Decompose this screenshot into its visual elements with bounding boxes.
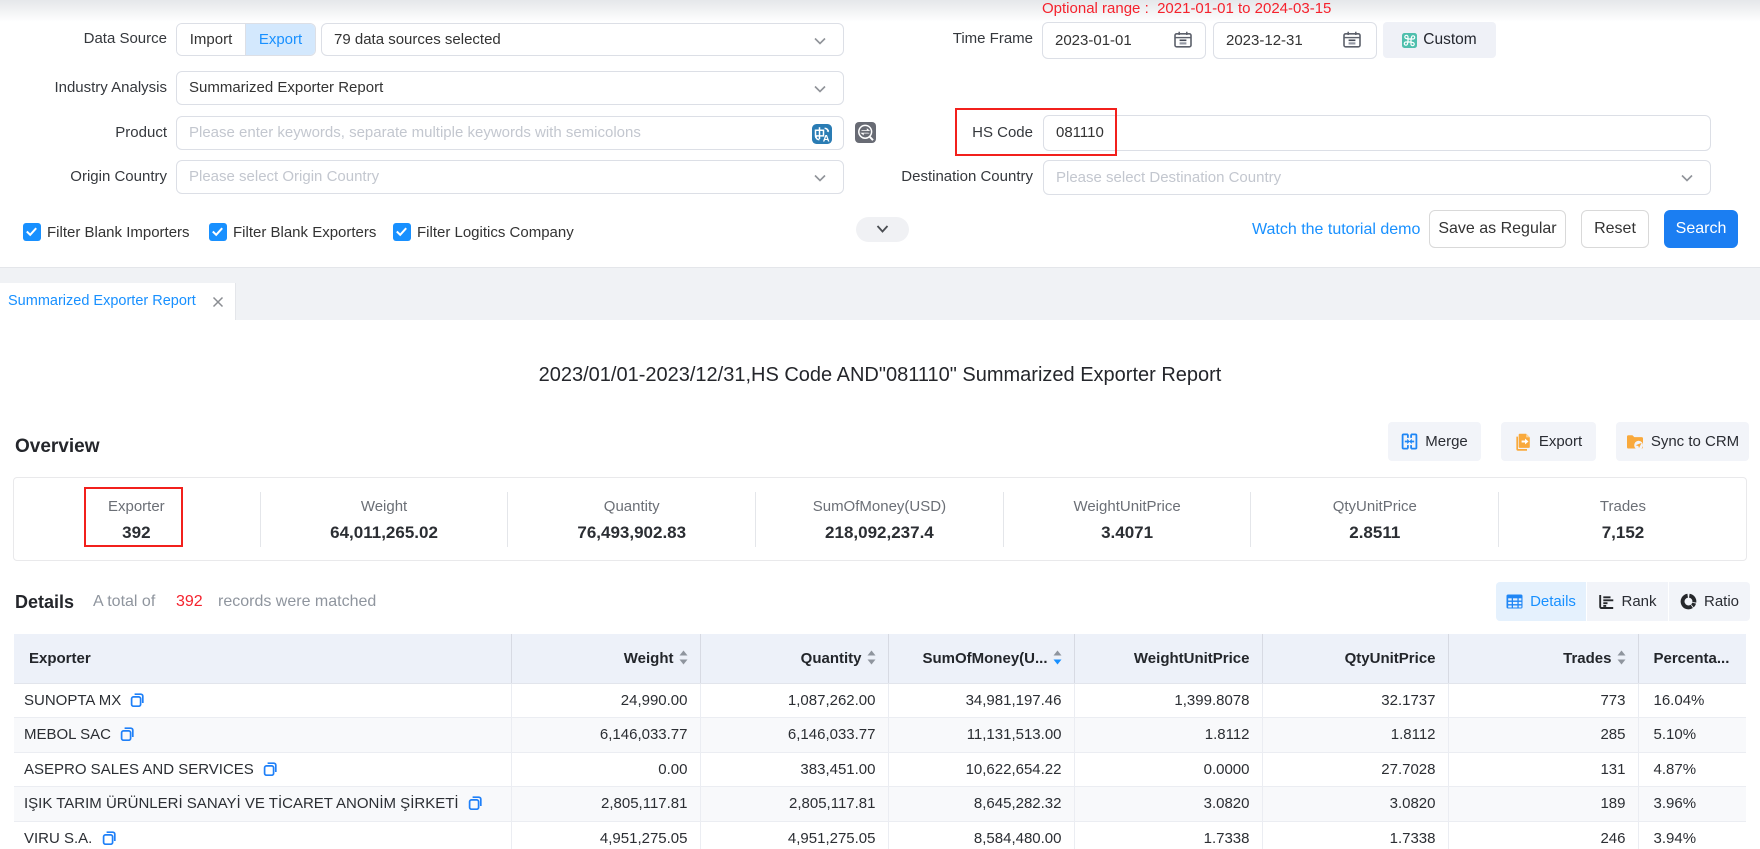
svg-text:A: A	[823, 133, 830, 144]
